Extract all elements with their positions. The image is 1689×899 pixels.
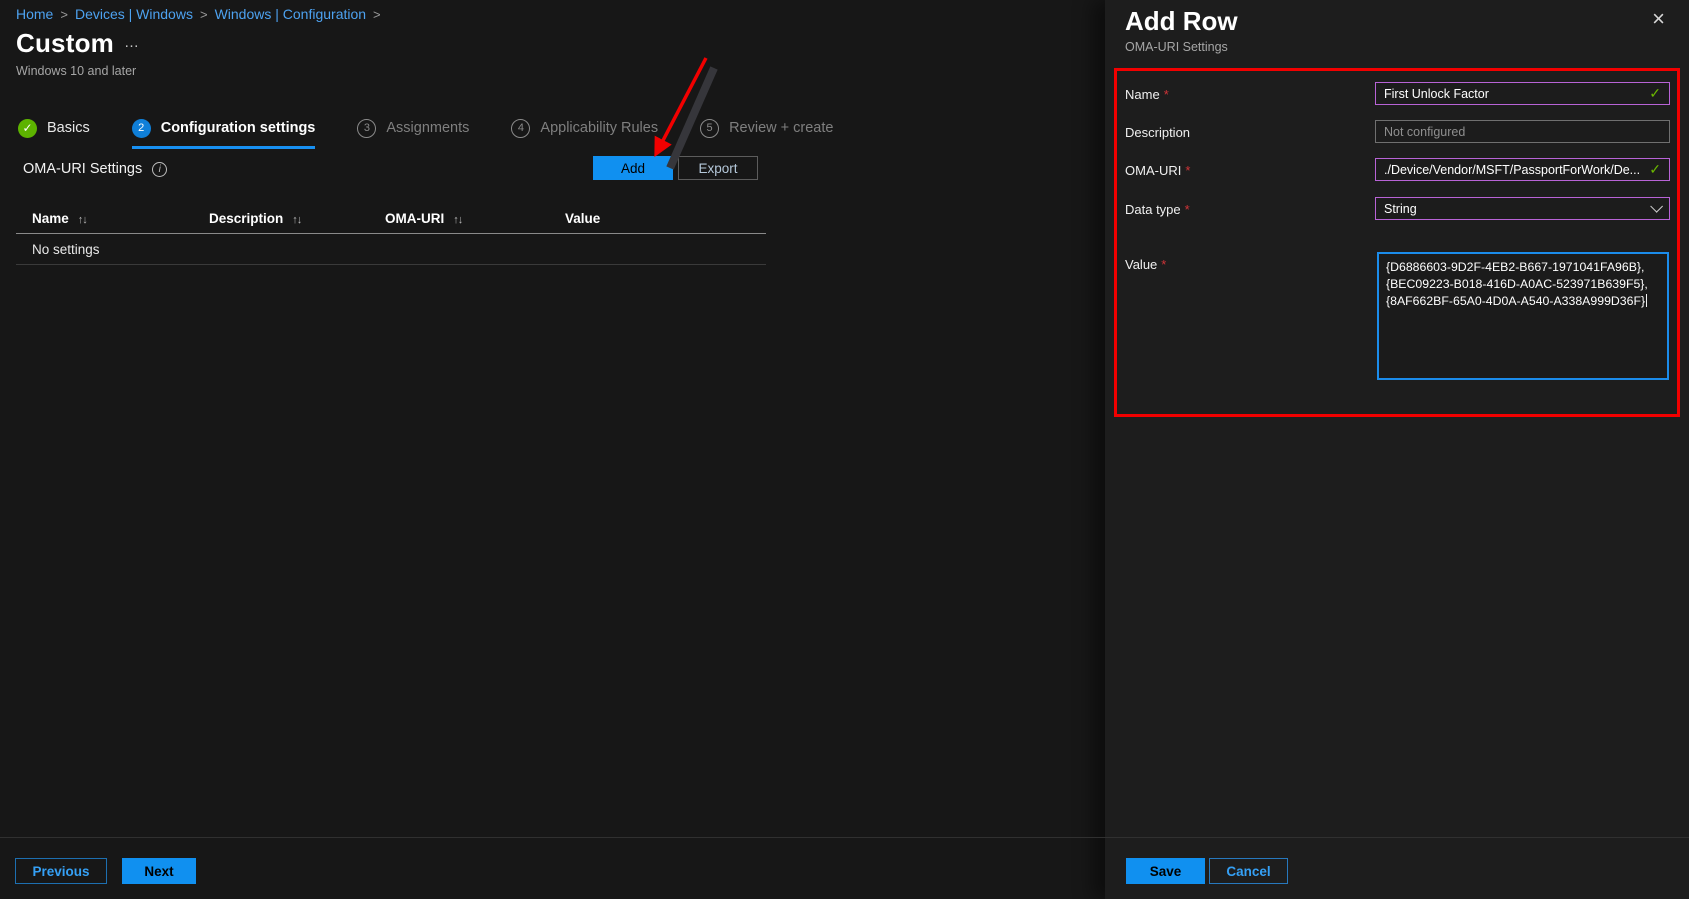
add-button[interactable]: Add: [593, 156, 673, 180]
export-button[interactable]: Export: [678, 156, 758, 180]
more-options-button[interactable]: …: [124, 34, 141, 51]
value-textarea[interactable]: {D6886603-9D2F-4EB2-B667-1971041FA96B}, …: [1377, 252, 1669, 380]
oma-uri-input[interactable]: ./Device/Vendor/MSFT/PassportForWork/De.…: [1375, 158, 1670, 181]
sort-icon[interactable]: ↑↓: [292, 214, 301, 226]
breadcrumb-devices-windows[interactable]: Devices | Windows: [75, 6, 193, 22]
data-type-selected-value: String: [1384, 202, 1650, 216]
chevron-down-icon: [1650, 200, 1663, 213]
page-subtitle: Windows 10 and later: [16, 64, 136, 78]
column-header-name-label: Name: [32, 211, 69, 226]
oma-uri-settings-heading: OMA-URI Settings i: [23, 161, 167, 177]
oma-uri-label-text: OMA-URI: [1125, 163, 1181, 178]
required-asterisk: *: [1185, 163, 1190, 178]
value-line-1: {D6886603-9D2F-4EB2-B667-1971041FA96B},: [1386, 259, 1660, 276]
oma-uri-settings-heading-label: OMA-URI Settings: [23, 161, 142, 177]
breadcrumb-home[interactable]: Home: [16, 6, 53, 22]
tab-applicability-rules-label: Applicability Rules: [540, 120, 658, 136]
column-header-oma-uri[interactable]: OMA-URI ↑↓: [385, 211, 565, 226]
sort-icon[interactable]: ↑↓: [453, 214, 462, 226]
breadcrumb: Home>Devices | Windows>Windows | Configu…: [16, 6, 388, 22]
tab-basics-label: Basics: [47, 120, 90, 136]
column-header-value: Value: [565, 211, 766, 226]
value-line-3: {8AF662BF-65A0-4D0A-A540-A338A999D36F}: [1386, 294, 1645, 308]
page-title: Custom: [16, 28, 114, 59]
description-input[interactable]: [1375, 120, 1670, 143]
previous-button[interactable]: Previous: [15, 858, 107, 884]
tab-review-create[interactable]: 5 Review + create: [700, 119, 833, 138]
tab-basics[interactable]: ✓ Basics: [18, 119, 90, 138]
name-input[interactable]: First Unlock Factor ✓: [1375, 82, 1670, 105]
value-field-label: Value *: [1125, 257, 1166, 272]
name-label-text: Name: [1125, 87, 1160, 102]
tab-assignments[interactable]: 3 Assignments: [357, 119, 469, 138]
step-number-icon: 5: [700, 119, 719, 138]
column-header-description[interactable]: Description ↑↓: [209, 211, 385, 226]
sort-icon[interactable]: ↑↓: [78, 214, 87, 226]
step-complete-check-icon: ✓: [18, 119, 37, 138]
valid-check-icon: ✓: [1649, 85, 1661, 102]
required-asterisk: *: [1161, 257, 1166, 272]
tab-configuration-settings-label: Configuration settings: [161, 120, 316, 136]
tab-review-create-label: Review + create: [729, 120, 833, 136]
name-input-value: First Unlock Factor: [1384, 87, 1643, 101]
data-type-field-label: Data type *: [1125, 202, 1190, 217]
save-button[interactable]: Save: [1126, 858, 1205, 884]
oma-uri-field-label: OMA-URI *: [1125, 163, 1190, 178]
panel-subtitle: OMA-URI Settings: [1125, 40, 1228, 54]
required-asterisk: *: [1185, 202, 1190, 217]
data-type-select[interactable]: String: [1375, 197, 1670, 220]
wizard-tabs: ✓ Basics 2 Configuration settings 3 Assi…: [18, 114, 875, 142]
cancel-button[interactable]: Cancel: [1209, 858, 1288, 884]
tab-configuration-settings[interactable]: 2 Configuration settings: [132, 119, 316, 138]
oma-uri-input-value: ./Device/Vendor/MSFT/PassportForWork/De.…: [1384, 163, 1643, 177]
breadcrumb-separator-icon: >: [53, 7, 75, 22]
column-header-oma-uri-label: OMA-URI: [385, 211, 444, 226]
breadcrumb-windows-configuration[interactable]: Windows | Configuration: [215, 6, 366, 22]
tab-assignments-label: Assignments: [386, 120, 469, 136]
step-number-icon: 2: [132, 119, 151, 138]
column-header-description-label: Description: [209, 211, 283, 226]
data-type-label-text: Data type: [1125, 202, 1181, 217]
footer-divider: [0, 837, 1689, 838]
name-field-label: Name *: [1125, 87, 1169, 102]
column-header-value-label: Value: [565, 211, 600, 226]
next-button[interactable]: Next: [122, 858, 196, 884]
add-row-panel: Add Row OMA-URI Settings × Name * First U…: [1105, 0, 1689, 899]
breadcrumb-separator-icon: >: [193, 7, 215, 22]
column-header-name[interactable]: Name ↑↓: [32, 211, 209, 226]
panel-title: Add Row: [1125, 6, 1238, 37]
step-number-icon: 3: [357, 119, 376, 138]
info-icon[interactable]: i: [152, 162, 167, 177]
description-field-label: Description: [1125, 125, 1190, 140]
text-caret: [1646, 294, 1647, 307]
value-label-text: Value: [1125, 257, 1157, 272]
valid-check-icon: ✓: [1649, 161, 1661, 178]
value-line-2: {BEC09223-B018-416D-A0AC-523971B639F5},: [1386, 276, 1660, 293]
oma-uri-settings-table: Name ↑↓ Description ↑↓ OMA-URI ↑↓ Value …: [16, 203, 766, 265]
main-content-area: Home>Devices | Windows>Windows | Configu…: [0, 0, 1105, 899]
breadcrumb-separator-icon: >: [366, 7, 388, 22]
tab-applicability-rules[interactable]: 4 Applicability Rules: [511, 119, 658, 138]
close-icon[interactable]: ×: [1652, 8, 1665, 30]
table-header-row: Name ↑↓ Description ↑↓ OMA-URI ↑↓ Value: [16, 203, 766, 233]
required-asterisk: *: [1164, 87, 1169, 102]
table-empty-row: No settings: [16, 234, 766, 265]
description-label-text: Description: [1125, 125, 1190, 140]
step-number-icon: 4: [511, 119, 530, 138]
